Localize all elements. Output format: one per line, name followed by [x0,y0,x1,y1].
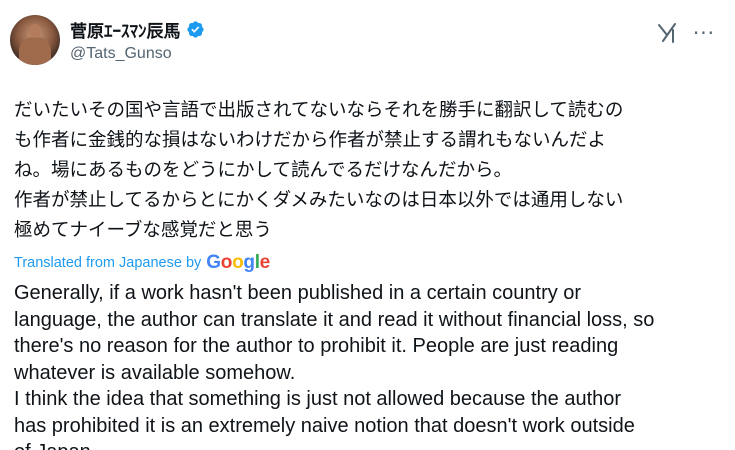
more-options-icon[interactable]: ··· [693,23,715,43]
tweet-card: 菅原ｴｰｽﾏﾝ辰馬 @Tats_Gunso ··· だいたいその国や言語で出版さ… [0,0,735,450]
display-name-row: 菅原ｴｰｽﾏﾝ辰馬 [70,17,205,42]
tweet-original-text: だいたいその国や言語で出版されてないならそれを勝手に翻訳して読むの も作者に金銭… [14,100,624,241]
header-actions: ··· [655,21,719,45]
author-handle[interactable]: @Tats_Gunso [70,45,205,63]
author-display-name[interactable]: 菅原ｴｰｽﾏﾝ辰馬 [70,17,181,42]
avatar-figure-head [29,24,41,38]
google-logo: Google [206,252,270,273]
verified-badge-icon[interactable] [186,20,205,39]
translation-attribution[interactable]: Translated from Japanese by Google [14,252,719,274]
author-names: 菅原ｴｰｽﾏﾝ辰馬 @Tats_Gunso [70,17,205,63]
tweet-translation-text: Generally, if a work hasn't been publish… [14,282,655,450]
translated-from-label: Translated from Japanese by [14,255,202,271]
tweet-header: 菅原ｴｰｽﾏﾝ辰馬 @Tats_Gunso ··· [10,12,719,68]
avatar[interactable] [10,15,60,65]
avatar-figure-body [19,37,51,65]
grok-icon[interactable] [655,21,679,45]
